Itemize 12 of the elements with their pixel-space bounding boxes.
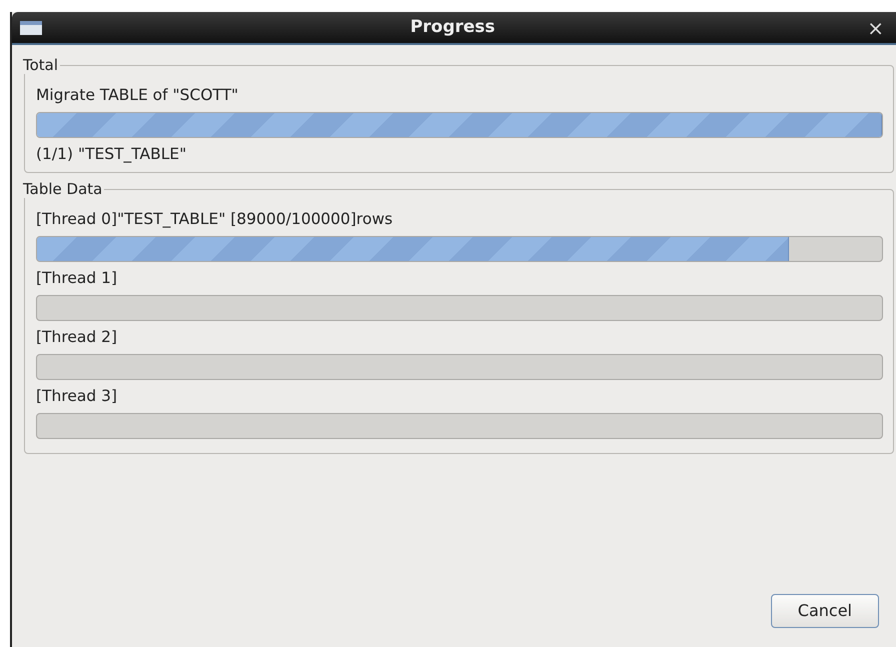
window-icon [20, 20, 42, 34]
progress-detail: (1/1) "TEST_TABLE" [36, 144, 188, 164]
window-title: Progress [409, 16, 496, 39]
cancel-button[interactable]: Cancel [770, 594, 879, 628]
group-label: Table Data [23, 180, 104, 198]
thread-label: [Thread 0]"TEST_TABLE" [89000/100000]rows [36, 209, 394, 229]
thread-label: [Thread 3] [36, 386, 118, 406]
close-button[interactable]: × [863, 18, 888, 38]
progress-label: Migrate TABLE of "SCOTT" [36, 85, 240, 105]
group-label: Total [23, 56, 60, 74]
thread-label: [Thread 2] [36, 327, 118, 347]
thread-label: [Thread 1] [36, 268, 118, 288]
